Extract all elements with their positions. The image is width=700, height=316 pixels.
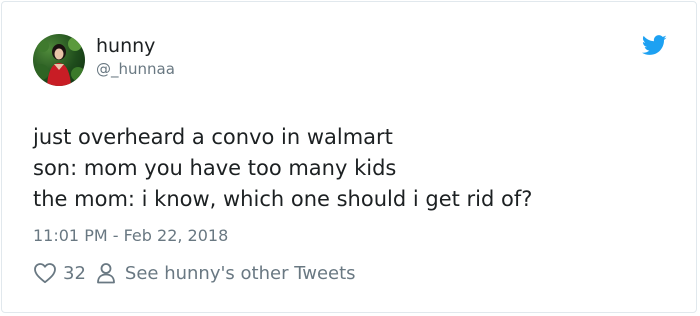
user-handle[interactable]: @_hunnaa	[96, 60, 175, 78]
person-icon[interactable]	[96, 262, 116, 284]
tweet-text-line: the mom: i know, which one should i get …	[33, 187, 533, 211]
tweet-text: just overheard a convo in walmart son: m…	[33, 122, 532, 215]
avatar-image	[33, 37, 85, 86]
tweet-timestamp[interactable]: 11:01 PM - Feb 22, 2018	[33, 226, 228, 246]
heart-icon[interactable]	[33, 262, 57, 284]
tweet-text-line: just overheard a convo in walmart	[33, 125, 393, 149]
avatar[interactable]	[33, 34, 85, 86]
tweet-text-line: son: mom you have too many kids	[33, 156, 397, 180]
other-tweets-link[interactable]: See hunny's other Tweets	[125, 263, 356, 284]
display-name[interactable]: hunny	[96, 35, 155, 57]
twitter-bird-icon[interactable]	[642, 35, 667, 56]
tweet-actions: 32 See hunny's other Tweets	[33, 260, 356, 286]
like-count: 32	[63, 262, 86, 284]
